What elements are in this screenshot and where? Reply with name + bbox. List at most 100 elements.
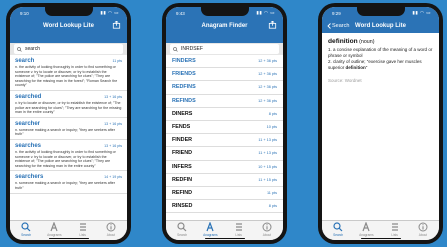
tab-about[interactable]: About <box>412 222 434 240</box>
share-icon[interactable] <box>268 21 277 29</box>
tab-search[interactable]: Search <box>171 222 193 240</box>
anagram-row[interactable]: FINDERS 12 + 36 pts <box>166 55 283 69</box>
entry-definition: n. the activity of looking thoroughly in… <box>15 149 116 168</box>
anagram-points: 12 + 36 pts <box>258 98 277 103</box>
anagram-word: REFIND <box>172 189 193 196</box>
device-notch <box>44 7 93 16</box>
anagram-points: 12 + 36 pts <box>258 72 277 77</box>
tab-label: About <box>418 233 428 237</box>
home-indicator <box>360 237 401 239</box>
nav-title: Anagram Finder <box>201 23 248 29</box>
anagram-row[interactable]: INFERS 10 + 15 pts <box>166 161 283 174</box>
anagram-points: 10 + 15 pts <box>258 164 277 169</box>
anagram-row[interactable]: REFINDS 12 + 36 pts <box>166 95 283 108</box>
tab-label: Lists <box>391 233 398 237</box>
entry-word: searched <box>15 93 42 100</box>
anagram-row[interactable]: RINSED 8 pts <box>166 200 283 214</box>
about-icon <box>106 222 116 232</box>
letters-input[interactable]: INRDSEF <box>170 44 279 54</box>
anagram-row[interactable]: FINDER 11 + 13 pts <box>166 134 283 148</box>
tab-label: Anagrams <box>47 233 62 237</box>
search-input-value: search <box>25 46 41 52</box>
anagram-row[interactable]: REDFINS 12 + 36 pts <box>166 81 283 95</box>
share-icon[interactable] <box>112 21 121 29</box>
anagram-word: DINERS <box>172 110 193 117</box>
definition-body: definition (noun) 1. a concise explanati… <box>322 33 439 88</box>
search-icon <box>21 222 31 232</box>
anagram-points: 11 + 15 pts <box>258 177 277 182</box>
part-of-speech: (noun) <box>359 39 375 45</box>
anagram-word: FINDERS <box>172 58 196 65</box>
entry-word: search <box>15 58 35 64</box>
search-icon <box>173 46 178 52</box>
entry-definition: n. someone making a search or inquiry; "… <box>15 127 115 137</box>
anagram-icon <box>50 222 58 232</box>
anagram-word: FRIEND <box>172 150 193 157</box>
phone-definition: 9:29 ▮▮ ◠ ▭ Search Word Lookup Lite defi… <box>318 3 443 244</box>
lists-icon <box>391 223 398 231</box>
anagram-points: 11 + 13 pts <box>258 138 277 143</box>
entry-points: 13 + 16 pts <box>104 94 122 99</box>
result-entry[interactable]: searcher 13 + 16 pts n. someone making a s… <box>10 118 127 140</box>
anagram-points: 8 pts <box>268 204 277 209</box>
anagram-row[interactable]: REDFIN 11 + 15 pts <box>166 174 283 187</box>
status-icons: ▮▮ ◠ ▭ <box>412 10 431 15</box>
tab-about[interactable]: About <box>256 222 278 240</box>
headword: definition <box>328 38 358 45</box>
search-icon <box>333 222 343 232</box>
sense-2: 2. clarity of outline; "exercise gave he… <box>328 59 422 70</box>
anagram-points: 11 + 13 pts <box>258 151 277 156</box>
anagram-row[interactable]: REFIND 11 pts <box>166 187 283 201</box>
tab-search[interactable]: Search <box>327 222 349 240</box>
entry-header: searcher 13 + 16 pts <box>15 121 122 127</box>
anagram-row[interactable]: FRIENDS 12 + 36 pts <box>166 68 283 82</box>
status-time: 9:29 <box>332 10 341 16</box>
tab-label: About <box>262 233 272 237</box>
search-icon <box>17 46 22 52</box>
search-bar: search <box>10 43 127 55</box>
tab-label: Search <box>21 233 32 237</box>
entry-definition: n. someone making a search or inquiry; "… <box>15 181 115 190</box>
lists-icon <box>79 223 86 231</box>
screen: 9:43 ▮▮ ◠ ▭ Anagram Finder INRDSEF FINDE… <box>166 7 283 240</box>
result-entry[interactable]: searches 13 + 16 pts n. the activity of lo… <box>10 140 127 172</box>
results-list: search 11 pts n. the activity of looking t… <box>10 55 127 220</box>
anagram-word: REDFINS <box>172 84 196 91</box>
entry-points: 14 + 19 pts <box>104 175 122 180</box>
anagram-word: FENDS <box>172 124 191 131</box>
anagram-row[interactable]: DINERS 8 pts <box>166 108 283 121</box>
phone-anagram-finder: 9:43 ▮▮ ◠ ▭ Anagram Finder INRDSEF FINDE… <box>162 3 287 244</box>
anagram-word: RINSED <box>172 203 193 210</box>
anagram-row[interactable]: FENDS 10 pts <box>166 121 283 135</box>
nav-title: Word Lookup Lite <box>43 23 94 29</box>
anagram-points: 8 pts <box>268 111 277 116</box>
entry-points: 13 + 16 pts <box>104 121 122 126</box>
tab-label: Anagrams <box>359 233 374 237</box>
result-entry[interactable]: searchers 14 + 19 pts n. someone making a … <box>10 171 127 194</box>
tab-label: Lists <box>235 233 242 237</box>
entry-header: searched 13 + 16 pts <box>15 94 122 100</box>
anagram-row[interactable]: FRIEND 11 + 13 pts <box>166 147 283 161</box>
device-notch <box>356 7 405 16</box>
anagram-word: FRIENDS <box>172 71 196 78</box>
anagram-word: REDFIN <box>172 176 193 183</box>
nav-title: Word Lookup Lite <box>355 23 406 29</box>
tab-label: Search <box>333 233 344 237</box>
entry-word: searcher <box>15 120 41 127</box>
status-time: 9:10 <box>20 10 29 16</box>
home-indicator <box>48 237 89 239</box>
entry-word: searchers <box>15 174 44 181</box>
result-entry[interactable]: search 11 pts n. the activity of looking t… <box>10 55 127 91</box>
device-notch <box>200 7 249 16</box>
tab-search[interactable]: Search <box>15 222 37 240</box>
entry-header: searches 13 + 16 pts <box>15 143 122 149</box>
entry-header: search 11 pts <box>15 58 122 64</box>
search-input[interactable]: search <box>14 44 123 54</box>
tab-about[interactable]: About <box>100 222 122 240</box>
result-entry[interactable]: searched 13 + 16 pts v. try to locate or d… <box>10 91 127 118</box>
entry-header: searchers 14 + 19 pts <box>15 174 122 180</box>
screen: 9:29 ▮▮ ◠ ▭ Search Word Lookup Lite defi… <box>322 7 439 240</box>
nav-bar: Anagram Finder <box>166 19 283 33</box>
about-icon <box>262 222 272 232</box>
definition-source: Source: Wordnet <box>328 78 362 83</box>
